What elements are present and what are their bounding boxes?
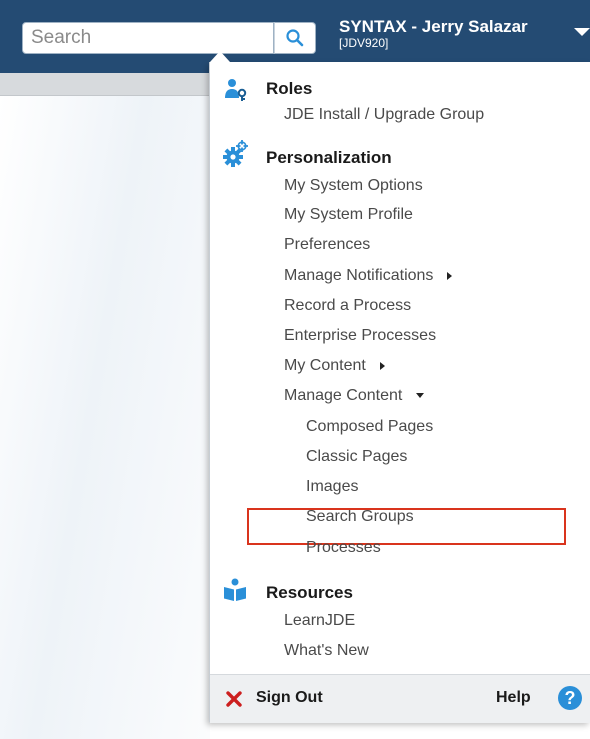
search-box <box>22 22 274 54</box>
menu-item-manage-content[interactable]: Manage Content <box>284 387 425 405</box>
menu-item-label: My Content <box>284 357 366 374</box>
roles-icon <box>225 79 247 101</box>
help-label: Help <box>496 689 531 706</box>
user-environment: [JDV920] <box>339 36 389 50</box>
user-menu-caret-icon[interactable] <box>574 28 590 36</box>
search-icon <box>286 29 304 47</box>
menu-item-learnjde[interactable]: LearnJDE <box>284 612 355 630</box>
search-button[interactable] <box>274 22 316 54</box>
submenu-arrow-icon <box>447 271 453 280</box>
search-groups-highlight <box>247 508 566 545</box>
close-icon <box>226 691 242 707</box>
menu-item-my-system-options[interactable]: My System Options <box>284 177 423 195</box>
menu-item-classic-pages[interactable]: Classic Pages <box>306 448 407 466</box>
user-dropdown-menu: Roles JDE Install / Upgrade Group Person… <box>209 51 590 723</box>
menu-item-label: Manage Content <box>284 387 403 404</box>
menu-footer: Sign Out Help ? <box>210 674 590 723</box>
menu-item-whats-new[interactable]: What's New <box>284 642 369 660</box>
personalization-section-title: Personalization <box>266 148 392 167</box>
menu-item-jde-install-upgrade-group[interactable]: JDE Install / Upgrade Group <box>284 106 484 124</box>
menu-item-my-system-profile[interactable]: My System Profile <box>284 206 413 224</box>
menu-item-my-content[interactable]: My Content <box>284 357 385 375</box>
menu-item-enterprise-processes[interactable]: Enterprise Processes <box>284 327 436 345</box>
menu-item-images[interactable]: Images <box>306 478 358 496</box>
reader-icon <box>224 578 246 601</box>
menu-item-label: Manage Notifications <box>284 267 434 284</box>
gears-icon <box>223 140 248 167</box>
expanded-arrow-icon <box>416 393 425 399</box>
page-header-strip <box>0 73 240 96</box>
roles-section-title: Roles <box>266 79 313 98</box>
menu-item-processes[interactable]: Processes <box>306 539 381 557</box>
user-menu-name[interactable]: SYNTAX - Jerry Salazar <box>339 17 528 37</box>
help-icon: ? <box>558 686 582 710</box>
help-button[interactable]: Help ? <box>490 675 590 723</box>
resources-section-title: Resources <box>266 583 353 602</box>
submenu-arrow-icon <box>379 361 385 370</box>
menu-item-composed-pages[interactable]: Composed Pages <box>306 418 433 436</box>
sign-out-label: Sign Out <box>256 689 323 706</box>
sign-out-button[interactable]: Sign Out <box>224 675 334 723</box>
search-input[interactable] <box>23 23 273 53</box>
page-background <box>0 96 210 739</box>
menu-item-preferences[interactable]: Preferences <box>284 236 370 254</box>
menu-item-manage-notifications[interactable]: Manage Notifications <box>284 267 453 285</box>
menu-item-record-a-process[interactable]: Record a Process <box>284 297 411 315</box>
